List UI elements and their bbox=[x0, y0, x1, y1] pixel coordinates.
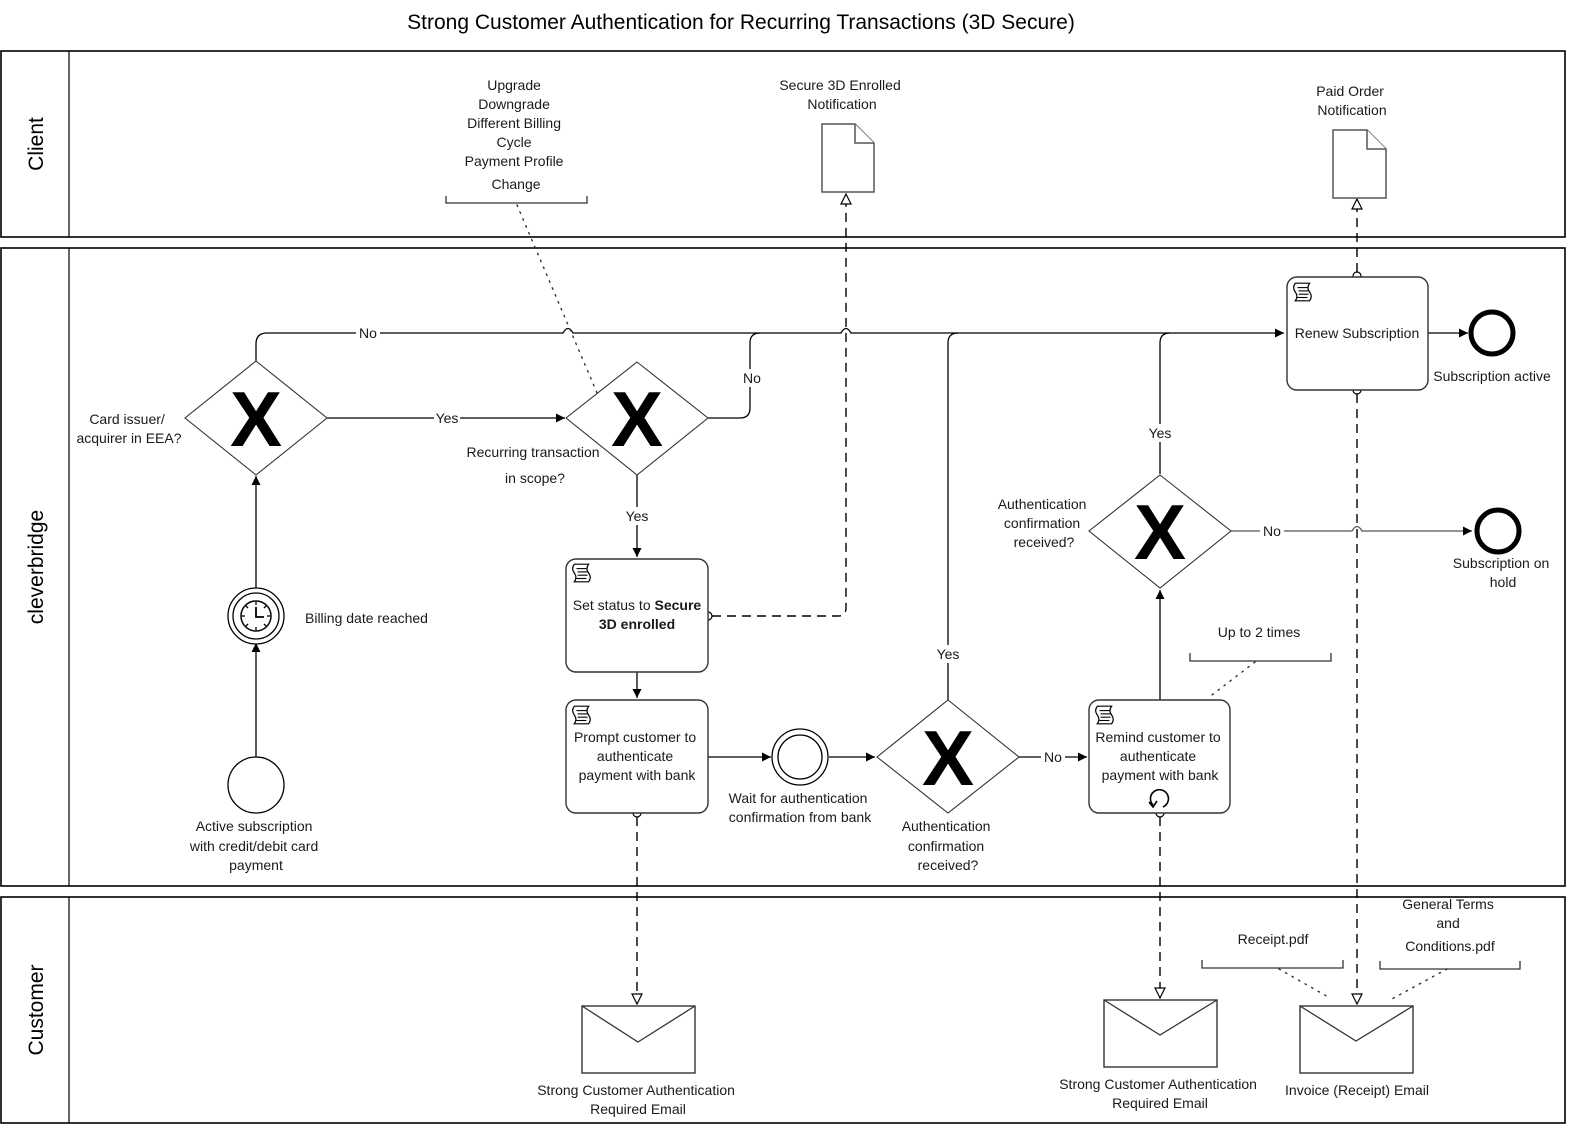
exclusive-x-icon: X bbox=[1134, 488, 1186, 576]
flow-label-yes: Yes bbox=[1149, 425, 1172, 441]
flow-label-no: No bbox=[1263, 523, 1281, 539]
exclusive-x-icon: X bbox=[611, 375, 663, 463]
lane-label-cleverbridge: cleverbridge bbox=[25, 510, 48, 624]
exclusive-x-icon: X bbox=[922, 714, 974, 802]
task-set-status-bold-2: 3D enrolled bbox=[599, 616, 675, 632]
script-icon bbox=[1293, 282, 1312, 302]
timer-event[interactable] bbox=[227, 587, 285, 645]
flow-label-no: No bbox=[359, 325, 377, 341]
lane-label-client: Client bbox=[25, 117, 48, 171]
task-renew-label: Renew Subscription bbox=[1295, 325, 1420, 341]
script-icon bbox=[572, 705, 591, 725]
flow-label-no: No bbox=[1044, 749, 1062, 765]
flow-label-yes: Yes bbox=[436, 410, 459, 426]
end-event-active[interactable] bbox=[1468, 309, 1516, 357]
lane-label-customer: Customer bbox=[25, 964, 48, 1055]
document-icon bbox=[1332, 129, 1387, 199]
message-invoice-email[interactable] bbox=[1299, 1005, 1414, 1074]
timer-event-label: Billing date reached bbox=[305, 610, 428, 626]
script-icon bbox=[572, 563, 591, 583]
task-prompt-customer[interactable]: Prompt customer to authenticate payment … bbox=[565, 699, 709, 814]
annotation-loop-text: Up to 2 times bbox=[1218, 624, 1300, 640]
end-event-active-label: Subscription active bbox=[1433, 368, 1551, 384]
flow-label-yes: Yes bbox=[626, 508, 649, 524]
diagram-title: Strong Customer Authentication for Recur… bbox=[407, 11, 1075, 34]
document-icon bbox=[821, 123, 875, 193]
task-remind-customer[interactable]: Remind customer to authenticate payment … bbox=[1088, 699, 1231, 814]
svg-text:Set status to Secure: Set status to Secure bbox=[573, 597, 702, 613]
script-icon bbox=[1095, 705, 1114, 725]
bpmn-diagram: Strong Customer Authentication for Recur… bbox=[0, 11, 1566, 1124]
exclusive-x-icon: X bbox=[230, 375, 282, 463]
clock-icon bbox=[240, 600, 272, 632]
flow-label-no: No bbox=[743, 370, 761, 386]
task-renew-subscription[interactable]: Renew Subscription bbox=[1286, 276, 1429, 391]
task-set-status-prefix: Set status to bbox=[573, 597, 655, 613]
intermediate-wait-event[interactable] bbox=[771, 728, 829, 786]
end-event-hold[interactable] bbox=[1474, 507, 1522, 555]
start-event[interactable] bbox=[227, 756, 285, 814]
annotation-receipt-text: Receipt.pdf bbox=[1238, 931, 1309, 947]
message-sca-email-1[interactable] bbox=[581, 1005, 696, 1074]
task-set-status-bold: Secure bbox=[655, 597, 702, 613]
task-set-status[interactable]: Set status to Secure 3D enrolled bbox=[565, 558, 709, 673]
invoice-email-label: Invoice (Receipt) Email bbox=[1285, 1082, 1429, 1098]
flow-label-yes: Yes bbox=[937, 646, 960, 662]
message-sca-email-2[interactable] bbox=[1103, 999, 1218, 1068]
